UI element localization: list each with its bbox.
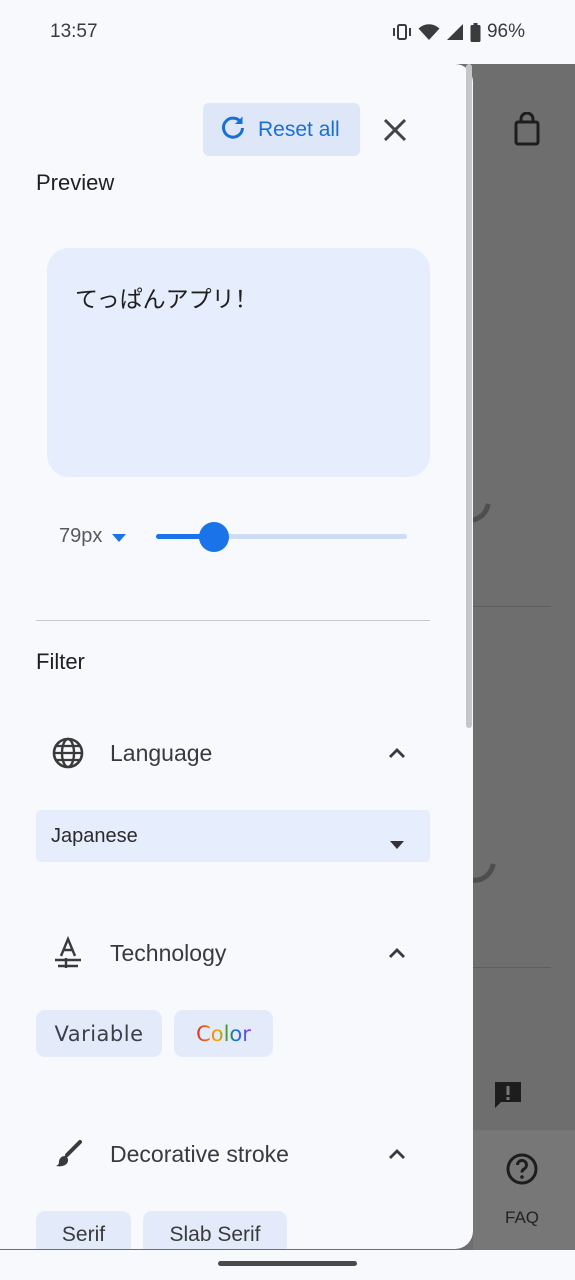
decorative-stroke-label: Decorative stroke [110, 1140, 289, 1167]
help-icon [505, 1152, 539, 1191]
caret-down-icon [112, 525, 127, 548]
preview-title: Preview [36, 170, 115, 195]
globe-icon [36, 737, 100, 769]
feedback-icon [492, 1079, 524, 1116]
vibrate-icon [392, 23, 412, 41]
chevron-up-icon [382, 747, 412, 759]
status-time: 13:57 [50, 21, 98, 42]
divider [36, 620, 430, 621]
brush-icon [36, 1138, 100, 1170]
font-technology-icon [36, 936, 100, 970]
filter-title: Filter [36, 649, 85, 674]
chip-variable[interactable]: Variable [36, 1010, 162, 1057]
reset-all-label: Reset all [258, 117, 340, 141]
shopping-bag-icon [512, 111, 542, 151]
language-label: Language [110, 739, 213, 766]
technology-label: Technology [110, 939, 227, 966]
preview-text-area[interactable]: てっぱんアプリ！ [47, 248, 430, 477]
battery-icon [470, 22, 481, 42]
refresh-icon [220, 114, 246, 145]
font-size-dropdown[interactable]: 79px [59, 525, 127, 548]
status-bar: 13:57 96% [0, 0, 575, 64]
faq-label: FAQ [505, 1208, 540, 1227]
status-icons: 96% [392, 21, 525, 43]
chip-slab-serif-label: Slab Serif [169, 1222, 261, 1246]
close-button[interactable] [380, 115, 410, 145]
chip-serif-label: Serif [61, 1222, 106, 1246]
battery-percent: 96% [486, 21, 525, 42]
technology-section-header[interactable]: Technology [36, 923, 430, 983]
chip-color-label: Color [196, 1021, 251, 1046]
background-divider [473, 606, 551, 607]
reset-all-button[interactable]: Reset all [203, 103, 360, 156]
font-size-value: 79px [59, 525, 103, 547]
slider-thumb[interactable] [199, 522, 229, 552]
chevron-up-icon [382, 1148, 412, 1160]
signal-icon [446, 23, 464, 41]
language-selected-value: Japanese [51, 824, 138, 847]
background-divider [473, 967, 551, 968]
chip-variable-label: Variable [54, 1021, 144, 1046]
home-indicator[interactable] [218, 1261, 357, 1266]
language-section-header[interactable]: Language [36, 723, 430, 783]
chip-serif[interactable]: Serif [36, 1211, 131, 1249]
caret-down-icon [390, 832, 404, 855]
close-icon [383, 118, 407, 142]
filter-panel: Reset all Preview てっぱんアプリ！ 79px Filter L… [0, 64, 473, 1249]
panel-scrollbar[interactable] [466, 64, 472, 728]
font-size-slider[interactable] [156, 520, 407, 554]
chip-slab-serif[interactable]: Slab Serif [143, 1211, 287, 1249]
chip-color[interactable]: Color [174, 1010, 273, 1057]
language-select[interactable]: Japanese [36, 810, 430, 862]
decorative-stroke-section-header[interactable]: Decorative stroke [36, 1124, 430, 1184]
wifi-icon [418, 23, 440, 41]
chevron-up-icon [382, 947, 412, 959]
